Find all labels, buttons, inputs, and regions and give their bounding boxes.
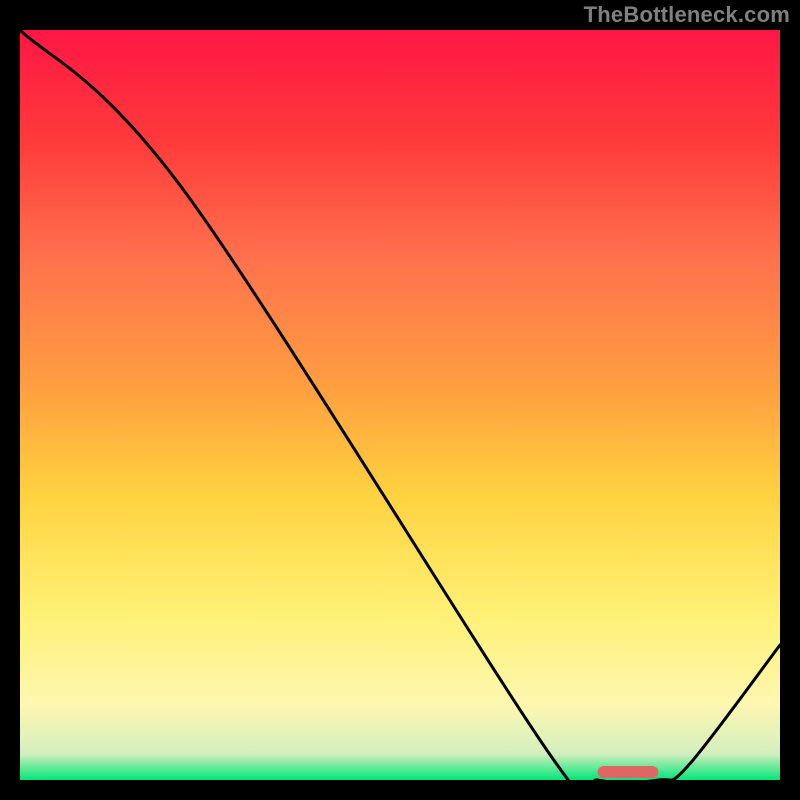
watermark-text: TheBottleneck.com (584, 2, 790, 28)
plot-background (20, 30, 780, 780)
optimal-marker (598, 766, 659, 778)
bottleneck-chart (20, 30, 780, 780)
chart-container: TheBottleneck.com (0, 0, 800, 800)
